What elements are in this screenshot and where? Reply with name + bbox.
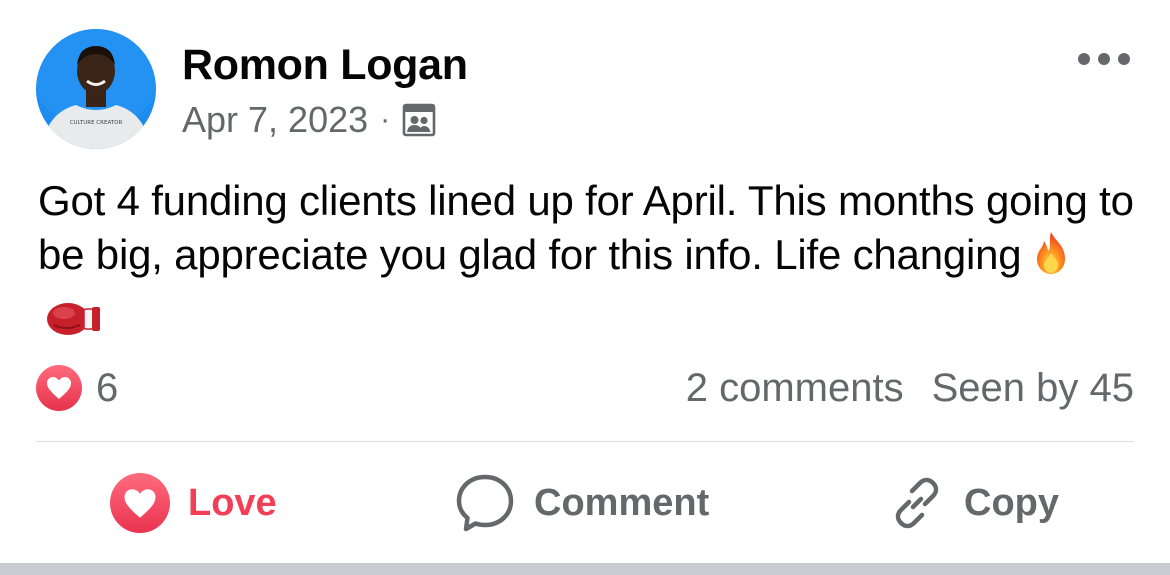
post-actions: Love Comment Copy bbox=[36, 462, 1134, 544]
avatar-photo: CULTURE CREATOR bbox=[36, 29, 156, 149]
love-reaction-icon bbox=[36, 365, 82, 411]
dot bbox=[1118, 53, 1130, 65]
post-meta: Apr 7, 2023 · bbox=[182, 98, 436, 142]
dot bbox=[1078, 53, 1090, 65]
copy-button[interactable]: Copy bbox=[888, 462, 1059, 544]
love-button-label: Love bbox=[188, 481, 277, 524]
meta-separator: · bbox=[380, 103, 391, 136]
dot bbox=[1098, 53, 1110, 65]
love-button[interactable]: Love bbox=[110, 462, 277, 544]
copy-button-label: Copy bbox=[964, 481, 1059, 524]
comment-button[interactable]: Comment bbox=[454, 462, 709, 544]
avatar-shirt-text: CULTURE CREATOR bbox=[70, 120, 123, 126]
comments-count[interactable]: 2 comments bbox=[686, 366, 904, 411]
post-date[interactable]: Apr 7, 2023 bbox=[182, 99, 368, 141]
group-post-card: CULTURE CREATOR Romon Logan Apr 7, 2023 … bbox=[0, 0, 1170, 575]
post-stats: 2 comments Seen by 45 bbox=[686, 366, 1134, 411]
more-dots-icon[interactable] bbox=[1078, 46, 1130, 72]
reaction-count: 6 bbox=[96, 365, 119, 410]
engagement-summary: 6 2 comments Seen by 45 bbox=[36, 364, 1134, 412]
author-avatar[interactable]: CULTURE CREATOR bbox=[36, 29, 156, 149]
members-group-icon bbox=[402, 103, 436, 137]
link-icon bbox=[888, 474, 946, 532]
comment-icon bbox=[454, 472, 516, 534]
divider bbox=[36, 441, 1134, 442]
seen-by-count[interactable]: Seen by 45 bbox=[932, 366, 1134, 411]
reaction-summary[interactable]: 6 bbox=[36, 365, 118, 411]
post-text: Got 4 funding clients lined up for April… bbox=[38, 177, 1134, 278]
bottom-separator-bar bbox=[0, 563, 1170, 575]
love-icon bbox=[110, 473, 170, 533]
author-name[interactable]: Romon Logan bbox=[182, 40, 468, 90]
comment-button-label: Comment bbox=[534, 481, 710, 524]
post-body: Got 4 funding clients lined up for April… bbox=[38, 174, 1138, 352]
boxing-glove-emoji bbox=[44, 298, 102, 352]
fire-emoji bbox=[1027, 229, 1075, 290]
